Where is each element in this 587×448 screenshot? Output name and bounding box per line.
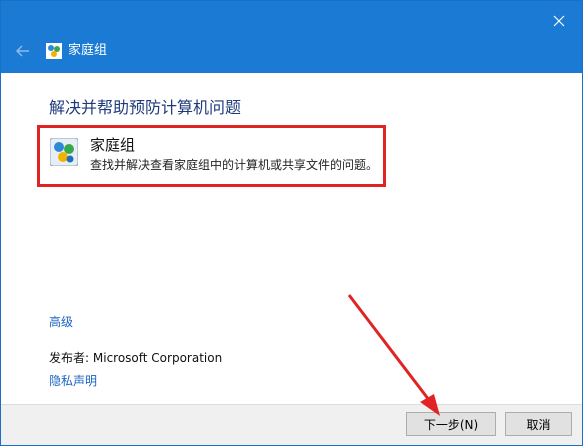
window-title-group: 家庭组 — [46, 43, 107, 59]
troubleshooter-window: 家庭组 解决并帮助预防计算机问题 家庭组 查找并解决查看家庭组中的计算机或共享文… — [0, 0, 583, 446]
window-title: 家庭组 — [68, 43, 108, 58]
title-bar: 家庭组 — [1, 1, 582, 73]
footer-bar: 下一步(N) 取消 — [1, 404, 582, 445]
cancel-button[interactable]: 取消 — [505, 412, 572, 436]
close-icon — [553, 15, 565, 27]
publisher-label: 发布者: — [49, 351, 90, 365]
homegroup-icon — [50, 138, 78, 166]
next-button[interactable]: 下一步(N) — [406, 412, 496, 436]
back-arrow-icon — [16, 45, 29, 57]
option-description: 查找并解决查看家庭组中的计算机或共享文件的问题。 — [90, 158, 379, 172]
publisher-name: Microsoft Corporation — [92, 351, 223, 365]
publisher-line: 发布者: Microsoft Corporation — [49, 349, 222, 366]
homegroup-icon — [46, 43, 62, 59]
homegroup-option[interactable]: 家庭组 查找并解决查看家庭组中的计算机或共享文件的问题。 — [37, 125, 386, 187]
advanced-link[interactable]: 高级 — [49, 313, 73, 330]
option-title: 家庭组 — [90, 136, 136, 154]
close-button[interactable] — [544, 7, 574, 35]
page-heading: 解决并帮助预防计算机问题 — [49, 98, 242, 117]
back-button[interactable] — [11, 41, 35, 61]
privacy-statement-link[interactable]: 隐私声明 — [49, 372, 97, 389]
